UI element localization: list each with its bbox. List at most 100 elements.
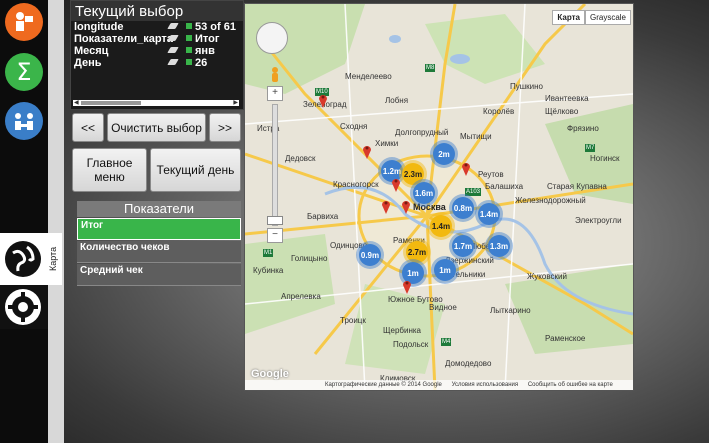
next-button[interactable]: >> [209,113,241,142]
place-label: Москва [413,202,446,212]
map-pin-icon[interactable] [401,198,411,214]
map-cluster[interactable]: 2.7m [406,241,428,263]
horizontal-scrollbar[interactable]: ◀ ▶ [73,100,239,106]
map-type-grayscale[interactable]: Grayscale [584,10,631,25]
road-shield: A103 [465,188,482,196]
place-label: Щербинка [383,326,421,335]
scroll-left-icon[interactable]: ◀ [74,100,79,106]
settings-button[interactable] [0,285,48,329]
place-label: Пушкино [510,82,544,91]
map-cluster[interactable]: 1m [434,259,456,281]
place-label: Балашиха [485,182,524,191]
place-label: Южное Бутово [388,295,443,304]
map-pin-icon[interactable] [381,198,391,214]
place-label: Королёв [483,107,515,116]
place-label: Апрелевка [281,292,321,301]
status-square-icon [186,35,192,41]
place-label: Лобня [385,96,409,105]
selection-value: Итог [195,33,220,45]
map-pin-icon[interactable] [318,92,328,108]
place-label: Щёлково [545,107,579,116]
metric-item[interactable]: Итог [77,218,241,240]
place-label: Голицыно [291,254,328,263]
team-icon[interactable] [4,101,44,141]
zoom-in-button[interactable]: + [267,86,283,101]
road-shield: M1 [263,249,274,257]
place-label: Ногинск [590,154,620,163]
place-label: Лыткарино [490,306,531,315]
scroll-right-icon[interactable]: ▶ [233,100,238,106]
place-label: Жуковский [527,272,567,281]
place-label: Электроугли [575,216,622,225]
svg-text:Σ: Σ [16,58,31,86]
place-label: Троицк [340,316,366,325]
map-cluster[interactable]: 1.7m [452,235,474,257]
selection-value: 26 [195,57,208,69]
pan-control[interactable] [256,22,288,54]
sigma-icon[interactable]: Σ [4,52,44,92]
map-data-credit: Картографические данные © 2014 Google [325,382,442,388]
place-label: Мытищи [460,132,492,141]
selection-value: янв [195,45,215,57]
place-label: Барвиха [307,212,339,221]
zoom-slider[interactable] [272,104,278,226]
worker-icon[interactable] [4,2,44,42]
map-view[interactable]: Карта Grayscale Москва Зеленоград Химки … [244,3,634,391]
map-pin-icon[interactable] [391,176,401,192]
selection-row: Показатели_карта Итог [71,33,243,45]
map-cluster[interactable]: 2m [433,143,455,165]
selection-key: День [74,57,102,69]
terms-link[interactable]: Условия использования [452,382,519,388]
place-label: Ивантеевка [545,94,589,103]
map-cluster[interactable]: 1.4m [478,203,500,225]
place-label: Менделеево [345,72,392,81]
metrics-list: Показатели Итог Количество чеков Средний… [77,201,241,286]
rail-divider [48,0,64,443]
edit-icon[interactable] [167,35,179,41]
place-label: Дедовск [285,154,316,163]
place-label: Красногорск [333,180,379,189]
zoom-out-button[interactable]: − [267,228,283,243]
selection-row: Месяц янв [71,45,243,57]
prev-button[interactable]: << [72,113,104,142]
place-label: Сходня [340,122,368,131]
metrics-title: Показатели [77,201,241,217]
metric-item[interactable]: Количество чеков [77,241,241,263]
nav-item-map[interactable]: Карта [0,233,62,285]
status-square-icon [186,59,192,65]
map-type-map[interactable]: Карта [552,10,585,25]
place-label: Фрязино [567,124,599,133]
current-selection-title: Текущий выбор [71,1,243,21]
place-label: Старая Купавна [547,182,607,191]
map-pin-icon[interactable] [461,160,471,176]
map-cluster[interactable]: 0.9m [359,244,381,266]
place-label: Реутов [478,170,504,179]
status-square-icon [186,23,192,29]
zoom-slider-thumb[interactable] [267,216,283,225]
map-cluster[interactable]: 1.6m [413,182,435,204]
selection-row: День 26 [71,57,243,69]
icon-rail: Σ [0,0,48,443]
selection-key: Показатели_карта [74,33,173,45]
main-menu-button[interactable]: Главное меню [72,148,147,192]
metric-item[interactable]: Средний чек [77,264,241,286]
place-label: Раменское [545,334,586,343]
clear-selection-button[interactable]: Очистить выбор [107,113,206,142]
map-cluster[interactable]: 0.8m [452,197,474,219]
map-pin-icon[interactable] [362,143,372,159]
map-cluster[interactable]: 1.3m [488,235,510,257]
scrollbar-thumb[interactable] [81,101,141,105]
gear-icon [5,289,41,325]
edit-icon[interactable] [167,47,179,53]
report-error-link[interactable]: Сообщить об ошибке на карте [528,382,613,388]
map-cluster[interactable]: 1.4m [430,215,452,237]
edit-icon[interactable] [167,59,179,65]
edit-icon[interactable] [167,23,179,29]
selection-value: 53 of 61 [195,21,236,33]
road-shield: M7 [585,144,596,152]
selection-key: longitude [74,21,124,33]
pegman-icon[interactable] [270,67,280,83]
current-day-button[interactable]: Текущий день [150,148,241,192]
map-pin-icon[interactable] [402,278,412,294]
selection-row: longitude 53 of 61 [71,21,243,33]
